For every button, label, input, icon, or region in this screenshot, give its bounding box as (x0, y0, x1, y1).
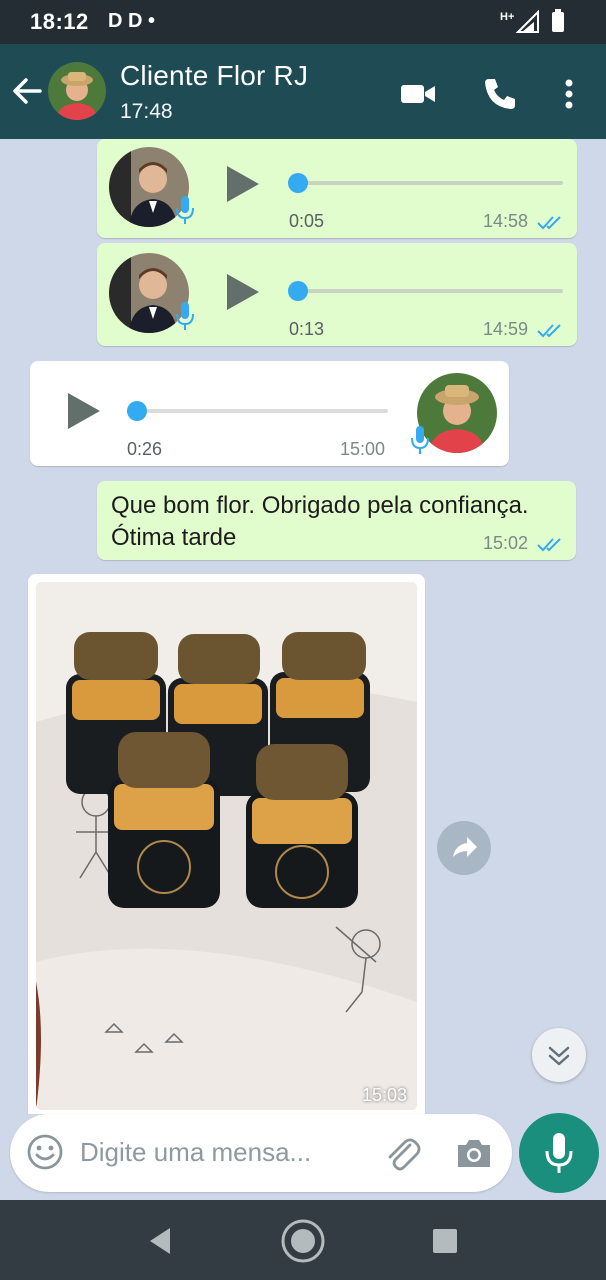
record-voice-button[interactable] (519, 1113, 599, 1193)
camera-icon[interactable] (454, 1133, 494, 1173)
audio-scrubber[interactable] (127, 401, 147, 421)
nav-back-icon[interactable] (138, 1218, 184, 1264)
read-ticks-icon (537, 324, 561, 338)
signal-battery-icon: H+ (500, 9, 564, 33)
forward-button[interactable] (437, 821, 491, 875)
nav-recents-icon[interactable] (422, 1218, 468, 1264)
double-chevron-down-icon (548, 1046, 570, 1066)
contact-avatar[interactable] (48, 62, 106, 120)
message-input[interactable] (80, 1132, 370, 1172)
microphone-icon (411, 426, 429, 454)
chat-header: Cliente Flor RJ 17:48 (0, 44, 606, 139)
read-ticks-icon (537, 538, 561, 552)
nav-home-icon[interactable] (280, 1218, 326, 1264)
message-time: 15:00 (340, 439, 386, 459)
emoji-icon[interactable] (26, 1133, 64, 1171)
image-message: 15:03 (28, 574, 425, 1114)
voice-message: 0:13 14:59 (97, 243, 577, 346)
back-arrow-icon[interactable] (10, 74, 44, 108)
voice-call-icon[interactable] (480, 74, 520, 114)
read-ticks-icon (537, 216, 561, 230)
microphone-icon (176, 302, 194, 330)
more-options-icon[interactable] (550, 74, 590, 114)
notification-icons: D D • (108, 10, 156, 32)
scroll-to-bottom-button[interactable] (532, 1028, 586, 1082)
play-icon[interactable] (225, 272, 261, 312)
microphone-icon (545, 1133, 573, 1173)
voice-message: 0:05 14:58 (97, 139, 577, 238)
voice-message: 0:26 15:00 (30, 361, 509, 466)
photo-supplement-bottles (36, 582, 417, 1110)
text-message: Que bom flor. Obrigado pela confiança. Ó… (97, 481, 576, 560)
play-icon[interactable] (225, 164, 261, 204)
audio-progress-track[interactable] (289, 289, 563, 293)
network-type-label: H+ (500, 11, 514, 23)
message-composer (10, 1114, 512, 1192)
message-list[interactable]: 0:05 14:58 0:13 14:59 0:26 15:00 Que bom… (0, 139, 606, 1114)
attach-icon[interactable] (382, 1133, 422, 1173)
audio-scrubber[interactable] (288, 281, 308, 301)
forward-icon (453, 837, 477, 857)
voice-duration: 0:26 (127, 439, 163, 459)
contact-name[interactable]: Cliente Flor RJ (120, 60, 308, 92)
status-time: 18:12 (30, 9, 89, 34)
audio-scrubber[interactable] (288, 173, 308, 193)
avatar-photo-icon (48, 62, 106, 120)
message-time: 14:59 (483, 319, 529, 339)
last-seen: 17:48 (120, 100, 173, 123)
video-call-icon[interactable] (398, 74, 438, 114)
audio-progress-track[interactable] (289, 181, 563, 185)
status-indicators: H+ (498, 8, 578, 36)
voice-duration: 0:13 (289, 319, 325, 339)
message-time: 15:03 (361, 1085, 407, 1105)
play-icon[interactable] (66, 391, 102, 431)
message-time: 15:02 (483, 533, 529, 553)
voice-duration: 0:05 (289, 211, 325, 231)
microphone-icon (176, 196, 194, 224)
message-time: 14:58 (483, 211, 529, 231)
message-text: Que bom flor. Obrigado pela confiança. Ó… (111, 492, 529, 551)
system-navigation-bar (0, 1200, 606, 1280)
status-bar: 18:12 D D • H+ (0, 0, 606, 44)
message-image[interactable]: 15:03 (36, 582, 417, 1110)
audio-progress-track[interactable] (128, 409, 388, 413)
